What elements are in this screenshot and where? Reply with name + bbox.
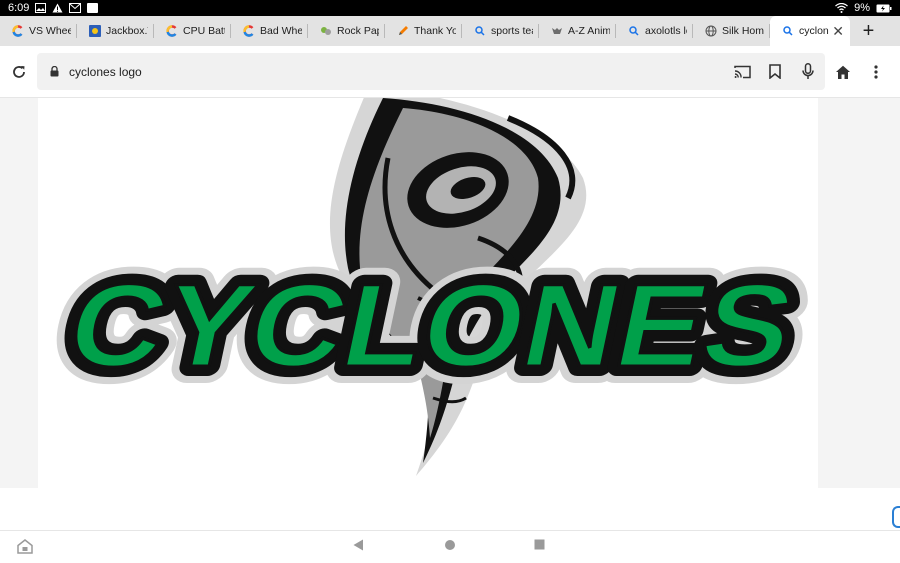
- tab-label: cyclones: [799, 25, 829, 37]
- back-button[interactable]: [353, 539, 364, 551]
- home-store-icon: [17, 539, 33, 554]
- tab-label: sports team: [491, 25, 533, 37]
- search-icon: [628, 25, 640, 37]
- warning-icon: [52, 3, 63, 13]
- edge-panel-handle[interactable]: [892, 506, 900, 528]
- cyclones-logo-image[interactable]: CYCLONES CYCLONES CYCLONES: [38, 98, 818, 488]
- tab-bad-wheel[interactable]: Bad Wheel: [231, 16, 308, 46]
- tab-rock-paper[interactable]: Rock Paper: [308, 16, 385, 46]
- colorful-c-icon: [166, 25, 178, 37]
- recents-square-icon: [534, 539, 545, 550]
- tab-cpu-battle[interactable]: CPU Battle: [154, 16, 231, 46]
- close-icon[interactable]: ✕: [832, 23, 844, 40]
- reload-button[interactable]: [7, 60, 31, 84]
- search-icon: [474, 25, 486, 37]
- bookmark-button[interactable]: [764, 61, 786, 83]
- menu-button[interactable]: [864, 60, 888, 84]
- tab-silk-home[interactable]: Silk Home: [693, 16, 770, 46]
- cyclones-logo: CYCLONES CYCLONES CYCLONES: [41, 98, 818, 476]
- gmail-icon: [69, 3, 82, 13]
- tab-vs-wheel[interactable]: VS Wheel: [0, 16, 77, 46]
- toolbar: cyclones logo: [0, 46, 900, 98]
- tab-label: Rock Paper: [337, 25, 379, 37]
- tab-label: Silk Home: [722, 25, 764, 37]
- new-tab-button[interactable]: +: [850, 16, 887, 46]
- colorful-c-icon: [243, 25, 255, 37]
- tab-label: Jackbox.TV: [106, 25, 148, 37]
- cast-icon: [733, 65, 751, 79]
- more-vert-icon: [874, 65, 878, 79]
- pencil-icon: [397, 25, 409, 37]
- microphone-icon: [802, 63, 814, 80]
- tab-cyclones[interactable]: cyclones ✕: [770, 16, 850, 46]
- jackbox-icon: [89, 25, 101, 37]
- cast-button[interactable]: [731, 61, 753, 83]
- voice-search-button[interactable]: [797, 61, 819, 83]
- bookmark-icon: [769, 64, 781, 79]
- system-nav-bar: [0, 530, 900, 563]
- tab-sports-team[interactable]: sports team: [462, 16, 539, 46]
- animal-icon: [551, 25, 563, 37]
- back-triangle-icon: [353, 539, 364, 551]
- logo-text-fill: CYCLONES: [58, 260, 806, 392]
- tab-label: Thank You!: [414, 25, 456, 37]
- cyclones-wordmark: CYCLONES CYCLONES CYCLONES: [41, 243, 818, 409]
- battery-percent: 9%: [854, 2, 870, 14]
- tab-label: CPU Battle: [183, 25, 225, 37]
- blank-notification-icon: [87, 3, 99, 13]
- page-footer-area: [0, 488, 900, 530]
- tab-jackbox[interactable]: Jackbox.TV: [77, 16, 154, 46]
- url-text: cyclones logo: [69, 64, 142, 79]
- wifi-icon: [835, 3, 849, 13]
- colorful-c-icon: [12, 25, 24, 37]
- tab-strip: VS Wheel Jackbox.TV CPU Battle Bad Wheel…: [0, 16, 900, 46]
- recents-button[interactable]: [534, 539, 545, 550]
- rock-paper-icon: [320, 25, 332, 37]
- tab-label: VS Wheel: [29, 25, 71, 37]
- tab-thank-you[interactable]: Thank You!: [385, 16, 462, 46]
- home-circle-icon: [444, 539, 456, 551]
- home-button[interactable]: [831, 60, 855, 84]
- address-bar[interactable]: cyclones logo: [37, 53, 825, 90]
- status-time: 6:09: [8, 2, 30, 14]
- lock-icon: [50, 66, 59, 77]
- home-icon: [835, 65, 851, 80]
- search-icon: [782, 25, 794, 37]
- tab-label: Bad Wheel: [260, 25, 302, 37]
- home-nav-button[interactable]: [444, 539, 456, 551]
- tab-label: A-Z Animal: [568, 25, 610, 37]
- status-bar: 6:09 9%: [0, 0, 900, 16]
- reload-icon: [11, 64, 27, 80]
- battery-charging-icon: [876, 4, 892, 13]
- globe-icon: [705, 25, 717, 37]
- image-icon: [35, 3, 47, 13]
- tab-axolotls-logo[interactable]: axolotls logo: [616, 16, 693, 46]
- page-content: CYCLONES CYCLONES CYCLONES: [0, 98, 900, 488]
- tab-a-z-animal[interactable]: A-Z Animal: [539, 16, 616, 46]
- launcher-button[interactable]: [17, 539, 33, 554]
- tab-label: axolotls logo: [645, 25, 687, 37]
